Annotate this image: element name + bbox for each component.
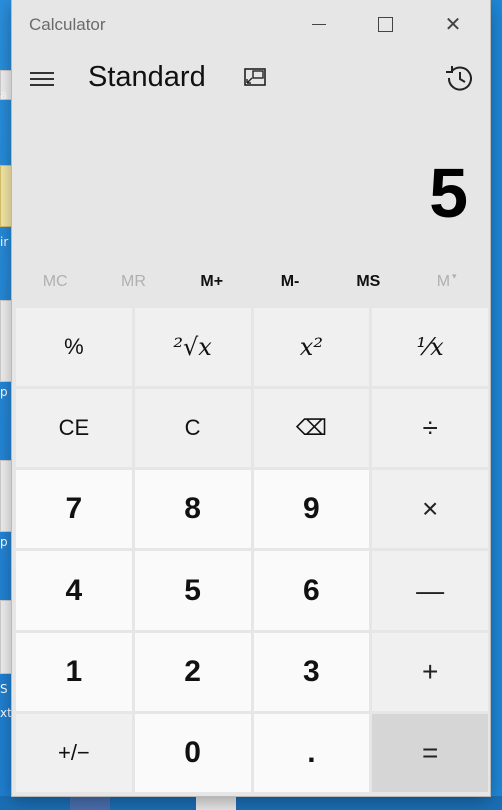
chevron-down-icon: ▾	[452, 270, 457, 281]
multiply-button[interactable]: ×	[372, 470, 488, 549]
calculator-header: Standard	[12, 52, 490, 108]
desktop-bottom-strip	[0, 796, 502, 810]
digit-3-button[interactable]: 3	[253, 632, 370, 711]
square-button[interactable]: x²	[253, 308, 370, 387]
desktop-icon-label[interactable]: xt	[0, 706, 12, 720]
digit-5-button[interactable]: 5	[134, 551, 251, 630]
digit-7-button[interactable]: 7	[16, 470, 132, 549]
hamburger-icon[interactable]	[30, 68, 58, 90]
desktop-icon-label[interactable]: S	[0, 682, 12, 696]
plus-icon: +	[421, 655, 439, 687]
desktop-icon-label[interactable]: a	[0, 88, 12, 102]
decimal-button[interactable]: .	[253, 713, 370, 792]
divide-button[interactable]: ÷	[372, 389, 488, 468]
memory-row: MC MR M+ M- MS M ▾	[16, 262, 486, 302]
result-display: 5	[429, 154, 468, 232]
keypad: % ²√x x² ⅟x CE C ⌫ ÷ 7 8 9 × 4 5 6 — 1 2…	[16, 308, 488, 792]
equals-icon: =	[421, 736, 439, 768]
desktop-file-icon[interactable]	[0, 600, 12, 674]
desktop-icon-label[interactable]: ir	[0, 235, 12, 249]
clear-button[interactable]: C	[134, 389, 251, 468]
backspace-icon: ⌫	[295, 415, 327, 441]
desktop-file-icon[interactable]	[0, 300, 12, 382]
desktop-icon-label[interactable]: p	[0, 535, 12, 549]
desktop-file-icon[interactable]	[0, 460, 12, 532]
subtract-button[interactable]: —	[372, 551, 488, 630]
percent-button[interactable]: %	[16, 308, 132, 387]
digit-6-button[interactable]: 6	[253, 551, 370, 630]
memory-clear-button[interactable]: MC	[16, 262, 94, 302]
digit-1-button[interactable]: 1	[16, 632, 132, 711]
equals-button[interactable]: =	[372, 713, 488, 792]
digit-2-button[interactable]: 2	[134, 632, 251, 711]
memory-recall-button[interactable]: MR	[94, 262, 172, 302]
minimize-button[interactable]	[286, 0, 352, 48]
multiply-icon: ×	[421, 493, 439, 525]
window-title: Calculator	[29, 15, 106, 34]
clear-entry-button[interactable]: CE	[16, 389, 132, 468]
memory-store-button[interactable]: MS	[329, 262, 407, 302]
desktop-app-icon[interactable]	[70, 796, 110, 810]
memory-subtract-button[interactable]: M-	[251, 262, 329, 302]
history-icon[interactable]	[444, 62, 476, 94]
close-icon: ✕	[444, 12, 462, 36]
memory-list-label: M	[436, 273, 451, 290]
desktop-icon-label[interactable]: p	[0, 385, 12, 399]
digit-0-button[interactable]: 0	[134, 713, 251, 792]
minus-icon: —	[416, 574, 445, 606]
maximize-icon	[377, 16, 393, 32]
title-bar[interactable]: Calculator ✕	[12, 0, 490, 48]
desktop-folder-icon[interactable]	[0, 165, 12, 227]
calculator-window: Calculator ✕ Standard 5 MC MR M+ M- MS M…	[12, 0, 490, 796]
desktop-file-icon[interactable]	[196, 796, 236, 810]
maximize-button[interactable]	[352, 0, 418, 48]
negate-button[interactable]: +/−	[16, 713, 132, 792]
digit-9-button[interactable]: 9	[253, 470, 370, 549]
divide-icon: ÷	[422, 412, 438, 444]
memory-list-button[interactable]: M ▾	[407, 262, 485, 302]
close-button[interactable]: ✕	[420, 0, 486, 48]
backspace-button[interactable]: ⌫	[253, 389, 370, 468]
keep-on-top-icon[interactable]	[244, 68, 266, 88]
add-button[interactable]: +	[372, 632, 488, 711]
minimize-icon	[312, 23, 326, 25]
mode-title: Standard	[88, 61, 206, 93]
square-root-button[interactable]: ²√x	[134, 308, 251, 387]
reciprocal-button[interactable]: ⅟x	[372, 308, 488, 387]
digit-8-button[interactable]: 8	[134, 470, 251, 549]
memory-add-button[interactable]: M+	[173, 262, 251, 302]
digit-4-button[interactable]: 4	[16, 551, 132, 630]
